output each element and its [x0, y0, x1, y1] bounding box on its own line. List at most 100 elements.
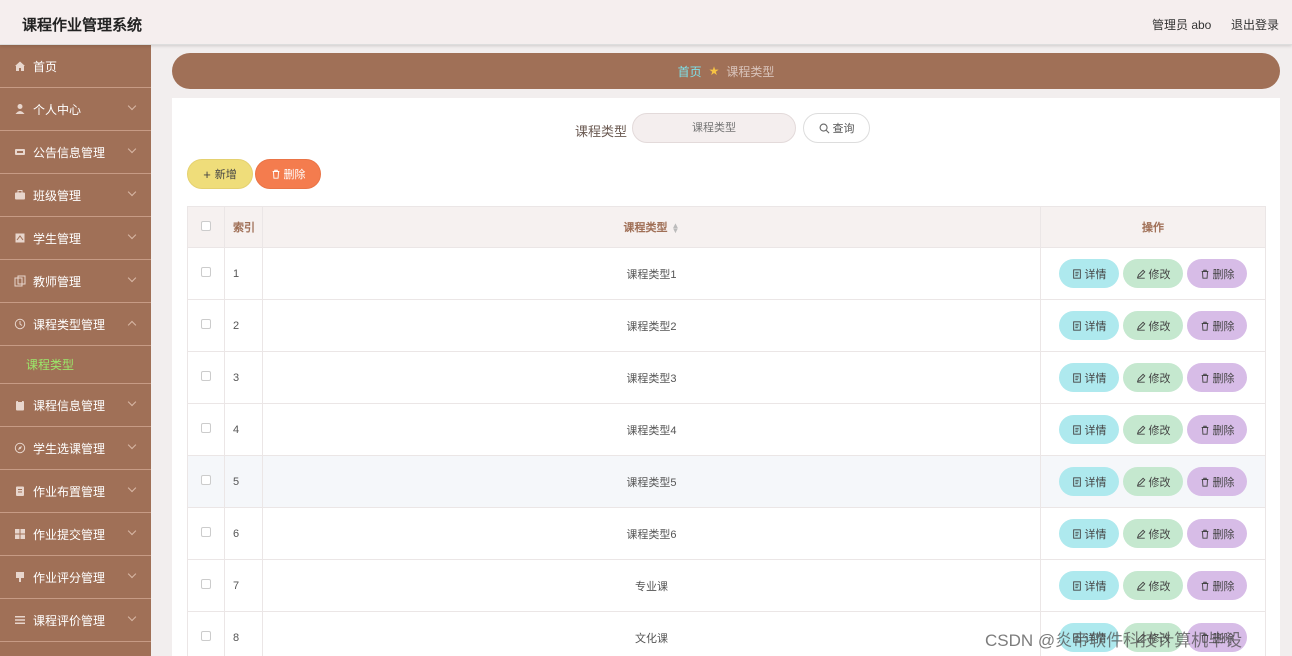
- sidebar-item-home[interactable]: 首页: [0, 45, 151, 88]
- trash-icon: [1201, 529, 1208, 539]
- delete-button[interactable]: 删除: [1187, 311, 1247, 340]
- row-select-cell[interactable]: [187, 299, 225, 352]
- view-button[interactable]: 详情: [1059, 623, 1119, 652]
- delete-button-label: 删除: [1212, 476, 1235, 489]
- row-checkbox[interactable]: [201, 527, 211, 537]
- row-checkbox[interactable]: [201, 319, 211, 329]
- search-button[interactable]: 查询: [803, 113, 870, 143]
- delete-button[interactable]: 删除: [1187, 363, 1247, 392]
- table-row[interactable]: 7 专业课 详情 修改 删除: [187, 559, 1266, 612]
- document-icon: [1072, 528, 1081, 539]
- edit-button[interactable]: 修改: [1123, 415, 1183, 444]
- logout-link[interactable]: 退出登录: [1231, 16, 1279, 33]
- row-select-cell[interactable]: [187, 351, 225, 404]
- student-icon: [15, 233, 25, 243]
- row-checkbox[interactable]: [201, 631, 211, 641]
- header-select-all[interactable]: [187, 206, 225, 248]
- view-button[interactable]: 详情: [1059, 519, 1119, 548]
- view-button[interactable]: 详情: [1059, 415, 1119, 444]
- search-input[interactable]: [632, 113, 796, 143]
- row-select-cell[interactable]: [187, 247, 225, 300]
- header-course-type[interactable]: 课程类型 ▲ ▼: [262, 206, 1041, 248]
- sidebar-item-submission[interactable]: 作业提交管理: [0, 513, 151, 556]
- view-button[interactable]: 详情: [1059, 363, 1119, 392]
- breadcrumb-home[interactable]: 首页: [678, 63, 702, 80]
- sidebar-item-teacher[interactable]: 教师管理: [0, 260, 151, 303]
- view-button[interactable]: 详情: [1059, 467, 1119, 496]
- delete-button[interactable]: 删除: [1187, 571, 1247, 600]
- row-index: 6: [224, 507, 263, 560]
- table-row[interactable]: 2 课程类型2 详情 修改 删除: [187, 299, 1266, 352]
- row-select-cell[interactable]: [187, 455, 225, 508]
- document-icon: [1072, 476, 1081, 487]
- table-row[interactable]: 1 课程类型1 详情 修改 删除: [187, 247, 1266, 300]
- row-select-cell[interactable]: [187, 403, 225, 456]
- view-button[interactable]: 详情: [1059, 571, 1119, 600]
- row-checkbox[interactable]: [201, 371, 211, 381]
- sidebar-item-grading[interactable]: 作业评分管理: [0, 556, 151, 599]
- row-select-cell[interactable]: [187, 611, 225, 656]
- row-checkbox[interactable]: [201, 475, 211, 485]
- delete-button[interactable]: 删除: [1187, 467, 1247, 496]
- view-button-label: 详情: [1084, 268, 1107, 281]
- document-icon: [1072, 580, 1081, 591]
- clipboard-icon: [16, 400, 24, 411]
- edit-button-label: 修改: [1148, 528, 1171, 541]
- edit-button-label: 修改: [1148, 476, 1171, 489]
- edit-button[interactable]: 修改: [1123, 519, 1183, 548]
- search-button-label: 查询: [832, 123, 855, 135]
- table-row[interactable]: 4 课程类型4 详情 修改 删除: [187, 403, 1266, 456]
- row-checkbox[interactable]: [201, 423, 211, 433]
- edit-button[interactable]: 修改: [1123, 311, 1183, 340]
- batch-delete-label: 删除: [283, 169, 306, 181]
- sort-icon[interactable]: ▲ ▼: [672, 222, 680, 235]
- table-row[interactable]: 3 课程类型3 详情 修改 删除: [187, 351, 1266, 404]
- edit-button-label: 修改: [1148, 424, 1171, 437]
- view-button-label: 详情: [1084, 476, 1107, 489]
- row-select-cell[interactable]: [187, 559, 225, 612]
- view-button[interactable]: 详情: [1059, 259, 1119, 288]
- delete-button-label: 删除: [1212, 580, 1235, 593]
- sidebar-item-assignment[interactable]: 作业布置管理: [0, 470, 151, 513]
- delete-button[interactable]: 删除: [1187, 519, 1247, 548]
- edit-icon: [1136, 529, 1145, 539]
- sidebar-item-student[interactable]: 学生管理: [0, 217, 151, 260]
- sidebar-item-course-type[interactable]: 课程类型管理: [0, 303, 151, 346]
- sidebar-subitem-course-type[interactable]: 课程类型: [0, 346, 151, 384]
- view-button[interactable]: 详情: [1059, 311, 1119, 340]
- chevron-up-icon: [127, 320, 137, 330]
- row-index: 2: [224, 299, 263, 352]
- sidebar-item-notice[interactable]: 公告信息管理: [0, 131, 151, 174]
- row-checkbox[interactable]: [201, 579, 211, 589]
- view-button-label: 详情: [1084, 424, 1107, 437]
- chevron-down-icon: [127, 569, 137, 579]
- edit-button[interactable]: 修改: [1123, 259, 1183, 288]
- table-row[interactable]: 5 课程类型5 详情 修改 删除: [187, 455, 1266, 508]
- row-checkbox[interactable]: [201, 267, 211, 277]
- edit-button[interactable]: 修改: [1123, 623, 1183, 652]
- sidebar-item-course-review[interactable]: 课程评价管理: [0, 599, 151, 642]
- delete-button[interactable]: 删除: [1187, 259, 1247, 288]
- sidebar-item-class[interactable]: 班级管理: [0, 174, 151, 217]
- row-select-cell[interactable]: [187, 507, 225, 560]
- sidebar-item-course-info[interactable]: 课程信息管理: [0, 384, 151, 427]
- edit-button[interactable]: 修改: [1123, 467, 1183, 496]
- sidebar-item-label: 课程信息管理: [33, 398, 106, 413]
- edit-button[interactable]: 修改: [1123, 363, 1183, 392]
- row-course-type: 课程类型2: [262, 299, 1041, 352]
- sidebar-item-course-selection[interactable]: 学生选课管理: [0, 427, 151, 470]
- table-row[interactable]: 8 文化课 详情 修改 删除: [187, 611, 1266, 656]
- row-actions: 详情 修改 删除: [1040, 455, 1266, 508]
- row-course-type: 专业课: [262, 559, 1041, 612]
- course-type-table: 索引 课程类型 ▲ ▼ 操作 1 课程类型1 详情 修改 删除 2 课程类型2 详情 修改 删除 3 课程…: [187, 206, 1266, 656]
- batch-delete-button[interactable]: 删除: [255, 159, 321, 189]
- top-bar: 课程作业管理系统 管理员 abo 退出登录: [0, 0, 1292, 45]
- delete-button[interactable]: 删除: [1187, 623, 1247, 652]
- table-row[interactable]: 6 课程类型6 详情 修改 删除: [187, 507, 1266, 560]
- select-all-checkbox[interactable]: [201, 220, 211, 231]
- add-button[interactable]: + 新增: [187, 159, 253, 189]
- edit-button[interactable]: 修改: [1123, 571, 1183, 600]
- sidebar-item-personal-center[interactable]: 个人中心: [0, 88, 151, 131]
- delete-button[interactable]: 删除: [1187, 415, 1247, 444]
- compass-icon: [14, 442, 26, 454]
